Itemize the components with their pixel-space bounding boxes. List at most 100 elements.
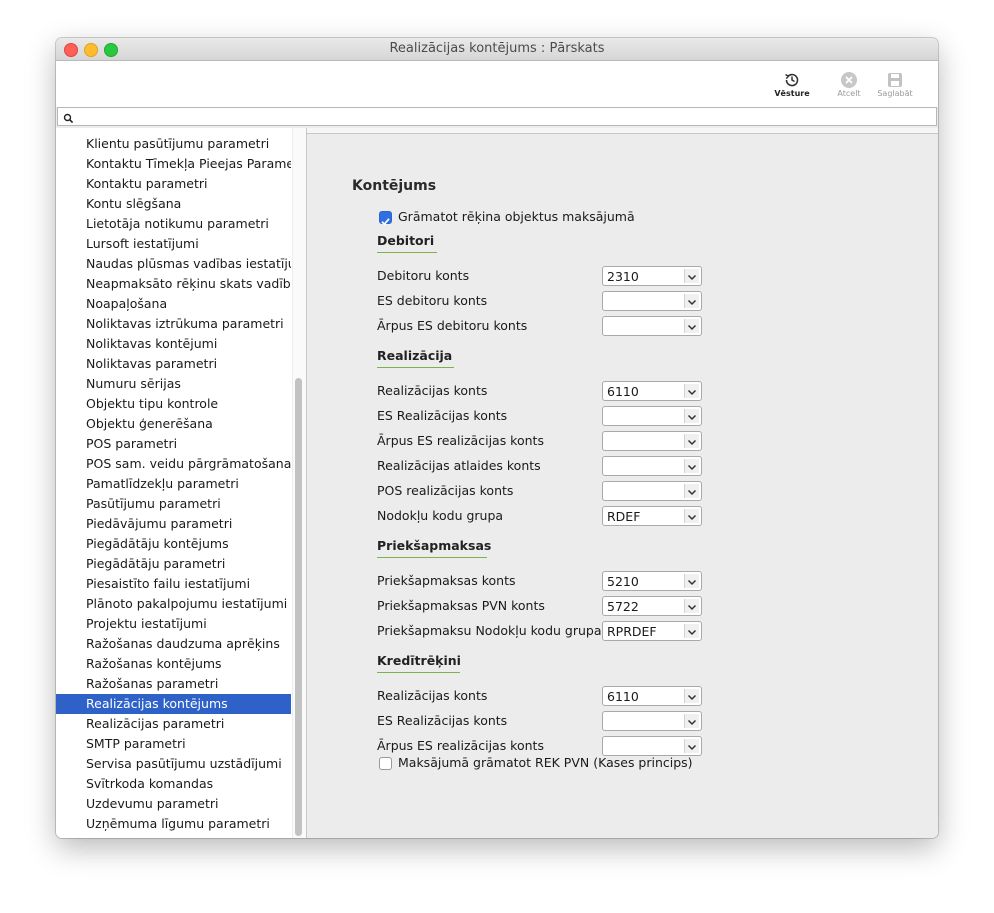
field-label: POS realizācijas konts — [377, 483, 514, 498]
sidebar-item[interactable]: Pamatlīdzekļu parametri — [56, 474, 291, 494]
post-invoice-objects-label: Grāmatot rēķina objektus maksājumā — [398, 209, 635, 224]
field-label: ES debitoru konts — [377, 293, 488, 308]
toolbar: Vēsture Atcelt Saglabāt — [56, 61, 938, 107]
cancel-button[interactable]: Atcelt — [825, 71, 873, 98]
sidebar-item[interactable]: Realizācijas kontējums — [56, 694, 291, 714]
sidebar-item[interactable]: Noliktavas parametri — [56, 354, 291, 374]
chevron-down-icon — [684, 434, 699, 448]
section-title: Priekšapmaksas — [377, 538, 492, 553]
cancel-icon — [825, 71, 873, 89]
account-select[interactable]: 6110 — [602, 381, 702, 401]
select-value: 6110 — [607, 689, 639, 704]
sidebar-item[interactable]: Ražošanas daudzuma aprēķins — [56, 634, 291, 654]
chevron-down-icon — [684, 599, 699, 613]
sidebar-item[interactable]: Servisa pasūtījumu uzstādījumi — [56, 754, 291, 774]
account-select[interactable] — [602, 456, 702, 476]
field-label: Realizācijas konts — [377, 688, 488, 703]
chevron-down-icon — [684, 574, 699, 588]
account-select[interactable] — [602, 291, 702, 311]
sidebar-item[interactable]: Ražošanas parametri — [56, 674, 291, 694]
sidebar-item[interactable]: Ražošanas kontējums — [56, 654, 291, 674]
account-select[interactable]: 5210 — [602, 571, 702, 591]
section-title: Debitori — [377, 233, 435, 248]
sidebar-item[interactable]: Pasūtījumu parametri — [56, 494, 291, 514]
sidebar-item[interactable]: SMTP parametri — [56, 734, 291, 754]
chevron-down-icon — [684, 689, 699, 703]
chevron-down-icon — [684, 294, 699, 308]
post-vat-cash-principle-label: Maksājumā grāmatot REK PVN (Kases princi… — [398, 755, 693, 770]
chevron-down-icon — [684, 739, 699, 753]
sidebar-item[interactable]: POS parametri — [56, 434, 291, 454]
save-button[interactable]: Saglabāt — [871, 71, 919, 98]
page-title: Kontējums — [352, 178, 437, 194]
sidebar-item[interactable]: Klientu pasūtījumu parametri — [56, 134, 291, 154]
select-value: RDEF — [607, 509, 641, 524]
sidebar-item[interactable]: POS sam. veidu pārgrāmatošana — [56, 454, 291, 474]
sidebar-item[interactable]: Kontaktu parametri — [56, 174, 291, 194]
sidebar-item[interactable]: Piegādātāju parametri — [56, 554, 291, 574]
sidebar-item[interactable]: Piedāvājumu parametri — [56, 514, 291, 534]
account-select[interactable] — [602, 316, 702, 336]
section-underline — [377, 367, 454, 368]
section-title: Kredītrēķini — [377, 653, 461, 668]
chevron-down-icon — [684, 484, 699, 498]
sidebar-item[interactable]: Kontaktu Tīmekļa Pieejas Parametri — [56, 154, 291, 174]
select-value: 5210 — [607, 574, 639, 589]
section-title: Realizācija — [377, 348, 453, 363]
main-panel: Kontējums Grāmatot rēķina objektus maksā… — [307, 128, 938, 838]
account-select[interactable]: 5722 — [602, 596, 702, 616]
sidebar-item[interactable]: Lursoft iestatījumi — [56, 234, 291, 254]
sidebar-item[interactable]: Uzņēmuma līgumu parametri — [56, 814, 291, 834]
chevron-down-icon — [684, 319, 699, 333]
account-select[interactable]: RPRDEF — [602, 621, 702, 641]
select-value: 2310 — [607, 269, 639, 284]
account-select[interactable]: 2310 — [602, 266, 702, 286]
history-button[interactable]: Vēsture — [768, 71, 816, 98]
account-select[interactable] — [602, 481, 702, 501]
sidebar-item[interactable]: Lietotāja notikumu parametri — [56, 214, 291, 234]
select-value: RPRDEF — [607, 624, 657, 639]
field-label: Ārpus ES realizācijas konts — [377, 433, 544, 448]
chevron-down-icon — [684, 269, 699, 283]
settings-sidebar: Klientu pasūtījumu parametri Kontaktu Tīm… — [56, 128, 307, 838]
sidebar-item[interactable]: Piesaistīto failu iestatījumi — [56, 574, 291, 594]
post-vat-cash-principle-checkbox[interactable] — [379, 757, 392, 770]
post-invoice-objects-checkbox[interactable] — [379, 211, 392, 226]
sidebar-item[interactable]: Noliktavas kontējumi — [56, 334, 291, 354]
sidebar-item[interactable]: Neapmaksāto rēķinu skats vadībai — [56, 274, 291, 294]
section-underline — [377, 557, 487, 558]
sidebar-item[interactable]: Uzdevumu parametri — [56, 794, 291, 814]
field-label: Nodokļu kodu grupa — [377, 508, 504, 523]
chevron-down-icon — [684, 409, 699, 423]
sidebar-item[interactable]: Kontu slēgšana — [56, 194, 291, 214]
sidebar-item[interactable]: Projektu iestatījumi — [56, 614, 291, 634]
account-select[interactable] — [602, 736, 702, 756]
sidebar-item[interactable]: Svītrkoda komandas — [56, 774, 291, 794]
sidebar-item[interactable]: Naudas plūsmas vadības iestatījumi — [56, 254, 291, 274]
sidebar-scroll-thumb[interactable] — [295, 378, 302, 836]
sidebar-item[interactable]: Realizācijas parametri — [56, 714, 291, 734]
account-select[interactable]: RDEF — [602, 506, 702, 526]
sidebar-item[interactable]: Objektu tipu kontrole — [56, 394, 291, 414]
sidebar-item[interactable]: Plānoto pakalpojumu iestatījumi — [56, 594, 291, 614]
sidebar-item[interactable]: Objektu ģenerēšana — [56, 414, 291, 434]
sidebar-item[interactable]: Noliktavas iztrūkuma parametri — [56, 314, 291, 334]
field-label: Realizācijas konts — [377, 383, 488, 398]
search-input[interactable] — [57, 107, 937, 126]
account-select[interactable]: 6110 — [602, 686, 702, 706]
account-select[interactable] — [602, 711, 702, 731]
account-select[interactable] — [602, 431, 702, 451]
search-icon — [63, 109, 74, 128]
account-select[interactable] — [602, 406, 702, 426]
chevron-down-icon — [684, 624, 699, 638]
sidebar-item[interactable]: Numuru sērijas — [56, 374, 291, 394]
field-label: Ārpus ES debitoru konts — [377, 318, 528, 333]
sidebar-item[interactable]: Piegādātāju kontējums — [56, 534, 291, 554]
select-value: 5722 — [607, 599, 639, 614]
field-label: Ārpus ES realizācijas konts — [377, 738, 544, 753]
sidebar-item[interactable]: Noapaļošana — [56, 294, 291, 314]
field-label: Priekšapmaksu Nodokļu kodu grupa — [377, 623, 602, 638]
field-label: ES Realizācijas konts — [377, 408, 508, 423]
window-title: Realizācijas kontējums : Pārskats — [389, 41, 605, 56]
chevron-down-icon — [684, 714, 699, 728]
